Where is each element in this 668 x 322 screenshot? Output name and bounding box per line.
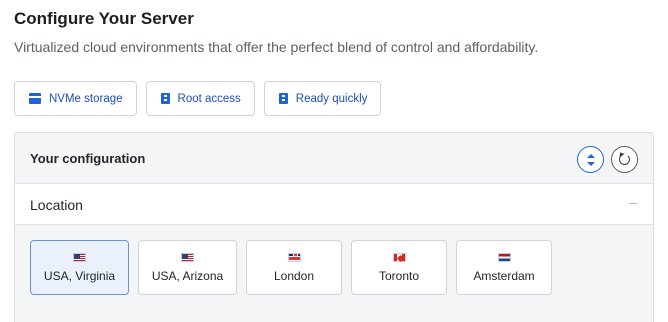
location-label: Amsterdam (473, 268, 535, 283)
feature-root-access[interactable]: Root access (145, 81, 255, 116)
page-title: Configure Your Server (14, 9, 194, 28)
location-label: USA, Virginia (43, 268, 116, 283)
location-section-header[interactable]: Location – (15, 184, 653, 225)
location-label: USA, Arizona (151, 268, 224, 283)
page-subtitle: Virtualized cloud environments that offe… (14, 39, 539, 55)
feature-label: Root access (177, 92, 241, 105)
feature-label: NVMe storage (49, 92, 123, 105)
location-option-amsterdam[interactable]: Amsterdam (456, 240, 552, 295)
feature-label: Ready quickly (295, 92, 368, 105)
feature-nvme-storage[interactable]: NVMe storage (14, 81, 137, 116)
location-option-usa-virginia[interactable]: USA, Virginia (30, 240, 129, 295)
reset-button[interactable] (611, 146, 638, 173)
sort-icon (586, 153, 596, 166)
server-icon (160, 93, 170, 104)
configuration-header: Your configuration (15, 133, 653, 184)
configuration-title: Your configuration (30, 151, 146, 166)
reset-icon (619, 154, 630, 165)
location-title: Location (30, 197, 83, 213)
collapse-icon[interactable]: – (629, 194, 637, 210)
feature-ready-quickly[interactable]: Ready quickly (263, 81, 382, 116)
location-options: USA, Virginia USA, Arizona London Toront… (15, 225, 653, 322)
location-option-london[interactable]: London (246, 240, 342, 295)
uk-flag-icon (287, 252, 301, 262)
location-label: Toronto (378, 268, 420, 283)
canada-flag-icon (392, 252, 406, 262)
us-flag-icon (181, 252, 194, 262)
us-flag-icon (73, 252, 86, 262)
location-option-usa-arizona[interactable]: USA, Arizona (138, 240, 237, 295)
server-icon (278, 93, 288, 104)
netherlands-flag-icon (497, 252, 511, 262)
drive-icon (29, 93, 41, 104)
location-option-toronto[interactable]: Toronto (351, 240, 447, 295)
feature-list: NVMe storage Root access Ready quickly (14, 81, 382, 116)
sort-button[interactable] (577, 146, 604, 173)
configuration-panel: Your configuration Location – USA, Virgi… (14, 132, 654, 322)
location-label: London (273, 268, 315, 283)
